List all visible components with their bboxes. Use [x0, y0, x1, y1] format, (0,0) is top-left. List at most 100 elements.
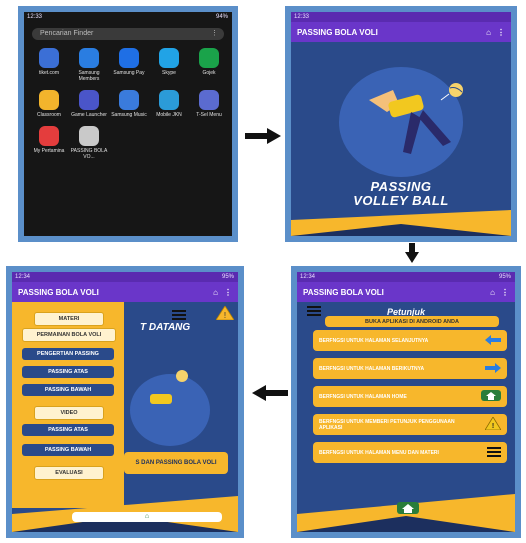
- app-icon-graphic: [199, 90, 219, 110]
- app-icon-0[interactable]: tiket.com: [30, 48, 68, 82]
- status-bar: 12:33: [291, 12, 511, 22]
- more-icon[interactable]: ⋮: [224, 288, 232, 297]
- app-label: tiket.com: [38, 70, 59, 76]
- bg-banner-text: S DAN PASSING BOLA VOLI: [135, 460, 217, 466]
- app-icon-graphic: [79, 90, 99, 110]
- petunjuk-row: BERFNGSI UNTUK HALAMAN HOME: [313, 386, 507, 407]
- drawer-item-passing-bawah[interactable]: PASSING BAWAH: [22, 384, 114, 396]
- menu-icon: [487, 446, 501, 459]
- app-icon-graphic: [79, 126, 99, 146]
- petunjuk-row: BERFNGSI UNTUK HALAMAN MENU DAN MATERI: [313, 442, 507, 463]
- app-label: Mobile JKN: [156, 112, 182, 118]
- open-app-label: BUKA APLIKASI DI ANDROID ANDA: [365, 318, 459, 325]
- drawer-item-evaluasi[interactable]: EVALUASI: [34, 466, 104, 480]
- svg-text:!: !: [224, 311, 226, 320]
- splash-body: PASSING VOLLEY BALL: [291, 42, 511, 236]
- phone-drawer: 12:34 95% PASSING BOLA VOLI ⌂ ⋮ T DATANG !…: [6, 266, 244, 538]
- phone-launcher: 12:33 94% Pencarian Finder ⋮ tiket.com Sams…: [18, 6, 238, 242]
- status-battery: 94%: [215, 14, 228, 20]
- splash-title: PASSING VOLLEY BALL: [291, 180, 511, 208]
- app-label: Game Launcher: [71, 112, 107, 118]
- app-label: Gojek: [202, 70, 216, 76]
- open-app-button[interactable]: BUKA APLIKASI DI ANDROID ANDA: [325, 316, 499, 327]
- status-time: 12:33: [27, 14, 43, 20]
- app-icon-graphic: [39, 48, 59, 68]
- petunjuk-row-text: BERFNGSI UNTUK MEMBERI PETUNJUK PENGGUNA…: [319, 418, 455, 431]
- status-bar: 12:34 95%: [297, 272, 515, 282]
- phone-petunjuk: 12:34 95% PASSING BOLA VOLI ⌂ ⋮ Petunjuk B…: [291, 266, 521, 538]
- app-icon-graphic: [39, 126, 59, 146]
- app-icon-5[interactable]: Classroom: [30, 90, 68, 118]
- app-icon-7[interactable]: Samsung Music: [110, 90, 148, 118]
- app-icon-10[interactable]: My Pertamina: [30, 126, 68, 160]
- splash-screen: 12:33 PASSING BOLA VOLI ⌂ ⋮ PASSING VOLLE…: [291, 12, 511, 236]
- splash-title-line2: VOLLEY BALL: [353, 193, 449, 208]
- home-icon[interactable]: ⌂: [490, 288, 495, 297]
- status-battery: 95%: [221, 274, 234, 280]
- status-time: 12:34: [15, 274, 31, 280]
- home-button-icon[interactable]: ⌂: [145, 513, 149, 520]
- app-icon-11[interactable]: PASSING BOLA VO...: [70, 126, 108, 160]
- arrow-left-icon: [485, 334, 501, 347]
- arrow-left-icon: [252, 385, 288, 401]
- drawer-item-materi[interactable]: MATERI: [34, 312, 104, 326]
- home-icon[interactable]: ⌂: [486, 28, 491, 37]
- bottom-nav-bar: ⌂: [72, 512, 222, 522]
- drawer-item-permainan-bola-voli[interactable]: PERMAINAN BOLA VOLI: [22, 328, 116, 342]
- menu-icon[interactable]: [307, 306, 321, 316]
- more-icon[interactable]: ⋮: [211, 28, 224, 40]
- app-icon-3[interactable]: Skype: [150, 48, 188, 82]
- app-title: PASSING BOLA VOLI: [18, 287, 99, 297]
- app-label: Samsung Members: [78, 70, 100, 82]
- app-icon-8[interactable]: Mobile JKN: [150, 90, 188, 118]
- app-icon-6[interactable]: Game Launcher: [70, 90, 108, 118]
- app-icon-graphic: [79, 48, 99, 68]
- app-icon-graphic: [39, 90, 59, 110]
- app-icon-2[interactable]: Samsung Pay: [110, 48, 148, 82]
- petunjuk-row: BERFNGSI UNTUK MEMBERI PETUNJUK PENGGUNA…: [313, 414, 507, 435]
- finder-search-bar[interactable]: Pencarian Finder ⋮: [32, 28, 224, 40]
- more-icon[interactable]: ⋮: [497, 28, 505, 37]
- drawer-screen: 12:34 95% PASSING BOLA VOLI ⌂ ⋮ T DATANG !…: [12, 272, 238, 532]
- app-label: PASSING BOLA VO...: [70, 148, 108, 160]
- drawer-item-video[interactable]: VIDEO: [34, 406, 104, 420]
- status-time: 12:34: [300, 274, 316, 280]
- bg-welcome-text: T DATANG: [140, 322, 191, 333]
- home-icon[interactable]: ⌂: [213, 288, 218, 297]
- drawer-item-pengertian-passing[interactable]: PENGERTIAN PASSING: [22, 348, 114, 360]
- drawer-item-passing-atas[interactable]: PASSING ATAS: [22, 424, 114, 436]
- footer-wedge: [291, 210, 511, 236]
- warning-icon: !: [484, 416, 502, 432]
- bg-menu-icon: [172, 310, 186, 320]
- status-bar: 12:34 95%: [12, 272, 238, 282]
- app-icon-9[interactable]: T-Sel Menu: [190, 90, 228, 118]
- app-icon-4[interactable]: Gojek: [190, 48, 228, 82]
- app-icon-graphic: [119, 90, 139, 110]
- arrow-down-icon: [405, 243, 419, 263]
- app-bar: PASSING BOLA VOLI ⌂ ⋮: [12, 282, 238, 302]
- phone-splash: 12:33 PASSING BOLA VOLI ⌂ ⋮ PASSING VOLLE…: [285, 6, 517, 242]
- warning-icon: !: [216, 306, 234, 320]
- home-icon: [481, 390, 501, 403]
- status-time: 12:33: [294, 14, 310, 20]
- launcher-screen: 12:33 94% Pencarian Finder ⋮ tiket.com Sams…: [24, 12, 232, 236]
- bg-banner: S DAN PASSING BOLA VOLI: [124, 452, 228, 474]
- petunjuk-row-text: BERFNGSI UNTUK HALAMAN HOME: [319, 393, 407, 400]
- app-label: Samsung Pay: [113, 70, 145, 76]
- app-icon-graphic: [159, 48, 179, 68]
- app-title: PASSING BOLA VOLI: [297, 27, 378, 37]
- petunjuk-row: BERFNGSI UNTUK HALAMAN BERIKUTNYA: [313, 358, 507, 379]
- app-label: Samsung Music: [111, 112, 147, 118]
- app-label: Skype: [162, 70, 176, 76]
- footer-home-icon[interactable]: [397, 502, 419, 514]
- petunjuk-row-text: BERFNGSI UNTUK HALAMAN SELANJUTNYA: [319, 337, 429, 344]
- petunjuk-row-text: BERFNGSI UNTUK HALAMAN MENU DAN MATERI: [319, 449, 439, 456]
- drawer-item-passing-atas[interactable]: PASSING ATAS: [22, 366, 114, 378]
- svg-text:!: !: [492, 423, 494, 430]
- navigation-drawer: MATERI PERMAINAN BOLA VOLI PENGERTIAN PASS…: [12, 302, 124, 508]
- more-icon[interactable]: ⋮: [501, 288, 509, 297]
- app-label: My Pertamina: [33, 148, 65, 154]
- bg-volleyball-illustration: [130, 370, 210, 446]
- drawer-item-passing-bawah[interactable]: PASSING BAWAH: [22, 444, 114, 456]
- app-icon-1[interactable]: Samsung Members: [70, 48, 108, 82]
